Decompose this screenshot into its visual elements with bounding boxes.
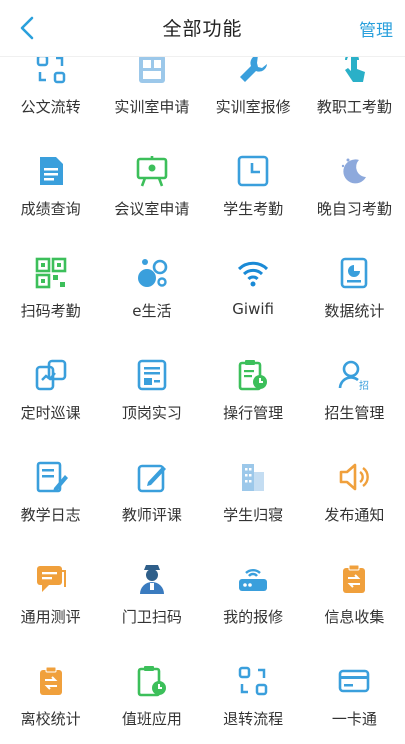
function-label: 一卡通 bbox=[331, 710, 377, 728]
page-title: 全部功能 bbox=[162, 18, 243, 40]
qrcode-icon bbox=[34, 256, 68, 290]
function-label: 扫码考勤 bbox=[20, 302, 81, 320]
function-item-conduct-mgmt[interactable]: 操行管理 bbox=[203, 336, 304, 438]
function-item-meeting-room[interactable]: 会议室申请 bbox=[101, 132, 202, 234]
wifi-icon bbox=[236, 256, 270, 290]
function-item-transfer-flow[interactable]: 退转流程 bbox=[203, 642, 304, 744]
function-grid: 公文流转 实训室申请 实训室报修 教职工考勤 成绩查询 会议室申请 学生考勤 晚… bbox=[0, 30, 405, 744]
function-label: 通用测评 bbox=[20, 608, 81, 626]
function-item-publish-notice[interactable]: 发布通知 bbox=[304, 438, 405, 540]
function-item-guard-scan[interactable]: 门卫扫码 bbox=[101, 540, 202, 642]
grid-row: 通用测评 门卫扫码 我的报修 信息收集 bbox=[0, 540, 405, 642]
function-item-info-collect[interactable]: 信息收集 bbox=[304, 540, 405, 642]
touch-icon bbox=[337, 52, 371, 86]
enroll-icon: 招 bbox=[337, 358, 371, 392]
clock-icon bbox=[236, 154, 270, 188]
function-item-duty-app[interactable]: 值班应用 bbox=[101, 642, 202, 744]
grid-row: 成绩查询 会议室申请 学生考勤 晚自习考勤 bbox=[0, 132, 405, 234]
router-icon bbox=[236, 562, 270, 596]
function-item-teacher-review[interactable]: 教师评课 bbox=[101, 438, 202, 540]
badge-icon bbox=[135, 358, 169, 392]
duty-icon bbox=[135, 664, 169, 698]
clipboard-clock-icon bbox=[236, 358, 270, 392]
patrol-icon bbox=[34, 358, 68, 392]
chart-icon bbox=[337, 256, 371, 290]
function-item-my-repair[interactable]: 我的报修 bbox=[203, 540, 304, 642]
function-label: 学生归寝 bbox=[223, 506, 284, 524]
function-item-giwifi[interactable]: Giwifi bbox=[203, 234, 304, 336]
function-label: 定时巡课 bbox=[20, 404, 81, 422]
message-icon bbox=[34, 562, 68, 596]
function-item-internship[interactable]: 顶岗实习 bbox=[101, 336, 202, 438]
function-item-scheduled-patrol[interactable]: 定时巡课 bbox=[0, 336, 101, 438]
function-item-scan-attendance[interactable]: 扫码考勤 bbox=[0, 234, 101, 336]
grid-row: 扫码考勤 e生活 Giwifi 数据统计 bbox=[0, 234, 405, 336]
layout-icon bbox=[135, 52, 169, 86]
function-item-dorm-return[interactable]: 学生归寝 bbox=[203, 438, 304, 540]
bubbles-icon bbox=[135, 256, 169, 290]
function-label: 我的报修 bbox=[223, 608, 284, 626]
header-bar: 全部功能 管理 bbox=[0, 0, 405, 57]
easel-icon bbox=[135, 154, 169, 188]
grid-row: 定时巡课 顶岗实习 操行管理 招 招生管理 bbox=[0, 336, 405, 438]
function-label: 教师评课 bbox=[121, 506, 182, 524]
function-label: 退转流程 bbox=[223, 710, 284, 728]
function-label: 值班应用 bbox=[121, 710, 182, 728]
function-label: 学生考勤 bbox=[223, 200, 284, 218]
function-label: e生活 bbox=[132, 302, 172, 320]
function-label: 实训室申请 bbox=[114, 98, 190, 116]
function-label: Giwifi bbox=[232, 300, 274, 318]
transfer-icon bbox=[236, 664, 270, 698]
speaker-icon bbox=[337, 460, 371, 494]
function-label: 招生管理 bbox=[324, 404, 385, 422]
function-label: 教职工考勤 bbox=[316, 98, 392, 116]
moon-icon bbox=[337, 154, 371, 188]
document-icon bbox=[34, 154, 68, 188]
collect-icon bbox=[337, 562, 371, 596]
edit-icon bbox=[135, 460, 169, 494]
function-label: 教学日志 bbox=[20, 506, 81, 524]
function-item-student-attendance[interactable]: 学生考勤 bbox=[203, 132, 304, 234]
svg-text:招: 招 bbox=[359, 379, 369, 392]
function-label: 发布通知 bbox=[324, 506, 385, 524]
function-label: 离校统计 bbox=[20, 710, 81, 728]
leave-icon bbox=[34, 664, 68, 698]
function-item-evening-study[interactable]: 晚自习考勤 bbox=[304, 132, 405, 234]
function-label: 数据统计 bbox=[324, 302, 385, 320]
building-icon bbox=[236, 460, 270, 494]
flow-icon bbox=[34, 52, 68, 86]
function-label: 实训室报修 bbox=[215, 98, 291, 116]
function-item-e-life[interactable]: e生活 bbox=[101, 234, 202, 336]
function-item-general-eval[interactable]: 通用测评 bbox=[0, 540, 101, 642]
grid-row: 教学日志 教师评课 学生归寝 发布通知 bbox=[0, 438, 405, 540]
function-label: 成绩查询 bbox=[20, 200, 81, 218]
function-item-leave-stats[interactable]: 离校统计 bbox=[0, 642, 101, 744]
function-label: 晚自习考勤 bbox=[316, 200, 392, 218]
function-item-campus-card[interactable]: 一卡通 bbox=[304, 642, 405, 744]
grid-row: 离校统计 值班应用 退转流程 一卡通 bbox=[0, 642, 405, 744]
function-label: 会议室申请 bbox=[114, 200, 190, 218]
function-label: 公文流转 bbox=[20, 98, 81, 116]
guard-icon bbox=[135, 562, 169, 596]
manage-button[interactable]: 管理 bbox=[359, 16, 393, 41]
wrench-icon bbox=[236, 52, 270, 86]
function-label: 门卫扫码 bbox=[121, 608, 182, 626]
function-item-enrollment[interactable]: 招 招生管理 bbox=[304, 336, 405, 438]
function-item-data-stats[interactable]: 数据统计 bbox=[304, 234, 405, 336]
function-label: 操行管理 bbox=[223, 404, 284, 422]
function-item-grade-query[interactable]: 成绩查询 bbox=[0, 132, 101, 234]
journal-icon bbox=[34, 460, 68, 494]
card-icon bbox=[337, 664, 371, 698]
function-item-teaching-log[interactable]: 教学日志 bbox=[0, 438, 101, 540]
function-label: 顶岗实习 bbox=[121, 404, 182, 422]
function-label: 信息收集 bbox=[324, 608, 385, 626]
